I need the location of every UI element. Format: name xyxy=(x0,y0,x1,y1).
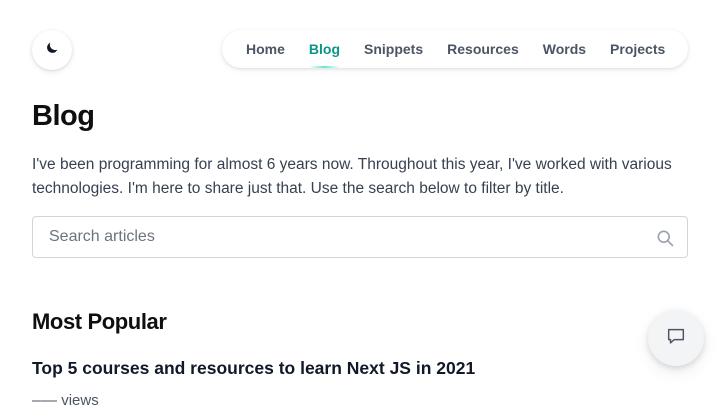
chat-button[interactable] xyxy=(648,310,704,366)
nav-item-projects[interactable]: Projects xyxy=(610,30,665,68)
nav-item-resources[interactable]: Resources xyxy=(447,30,519,68)
nav-item-home[interactable]: Home xyxy=(246,30,285,68)
post-title-link[interactable]: Top 5 courses and resources to learn Nex… xyxy=(32,358,475,379)
main-nav: Home Blog Snippets Resources Words Proje… xyxy=(222,30,688,68)
theme-toggle-button[interactable] xyxy=(32,30,72,70)
most-popular-heading: Most Popular xyxy=(32,309,167,334)
search-icon[interactable] xyxy=(655,228,675,248)
nav-item-words[interactable]: Words xyxy=(543,30,586,68)
search-input[interactable] xyxy=(33,217,633,257)
intro-text: I've been programming for almost 6 years… xyxy=(32,156,672,197)
nav-item-blog[interactable]: Blog xyxy=(308,30,341,68)
post-views: ––– views xyxy=(32,392,99,405)
page: Home Blog Snippets Resources Words Proje… xyxy=(0,0,720,405)
moon-icon xyxy=(44,40,60,61)
search-box xyxy=(32,216,688,258)
chat-icon xyxy=(665,325,687,352)
page-title: Blog xyxy=(32,100,95,132)
nav-item-snippets[interactable]: Snippets xyxy=(364,30,423,68)
